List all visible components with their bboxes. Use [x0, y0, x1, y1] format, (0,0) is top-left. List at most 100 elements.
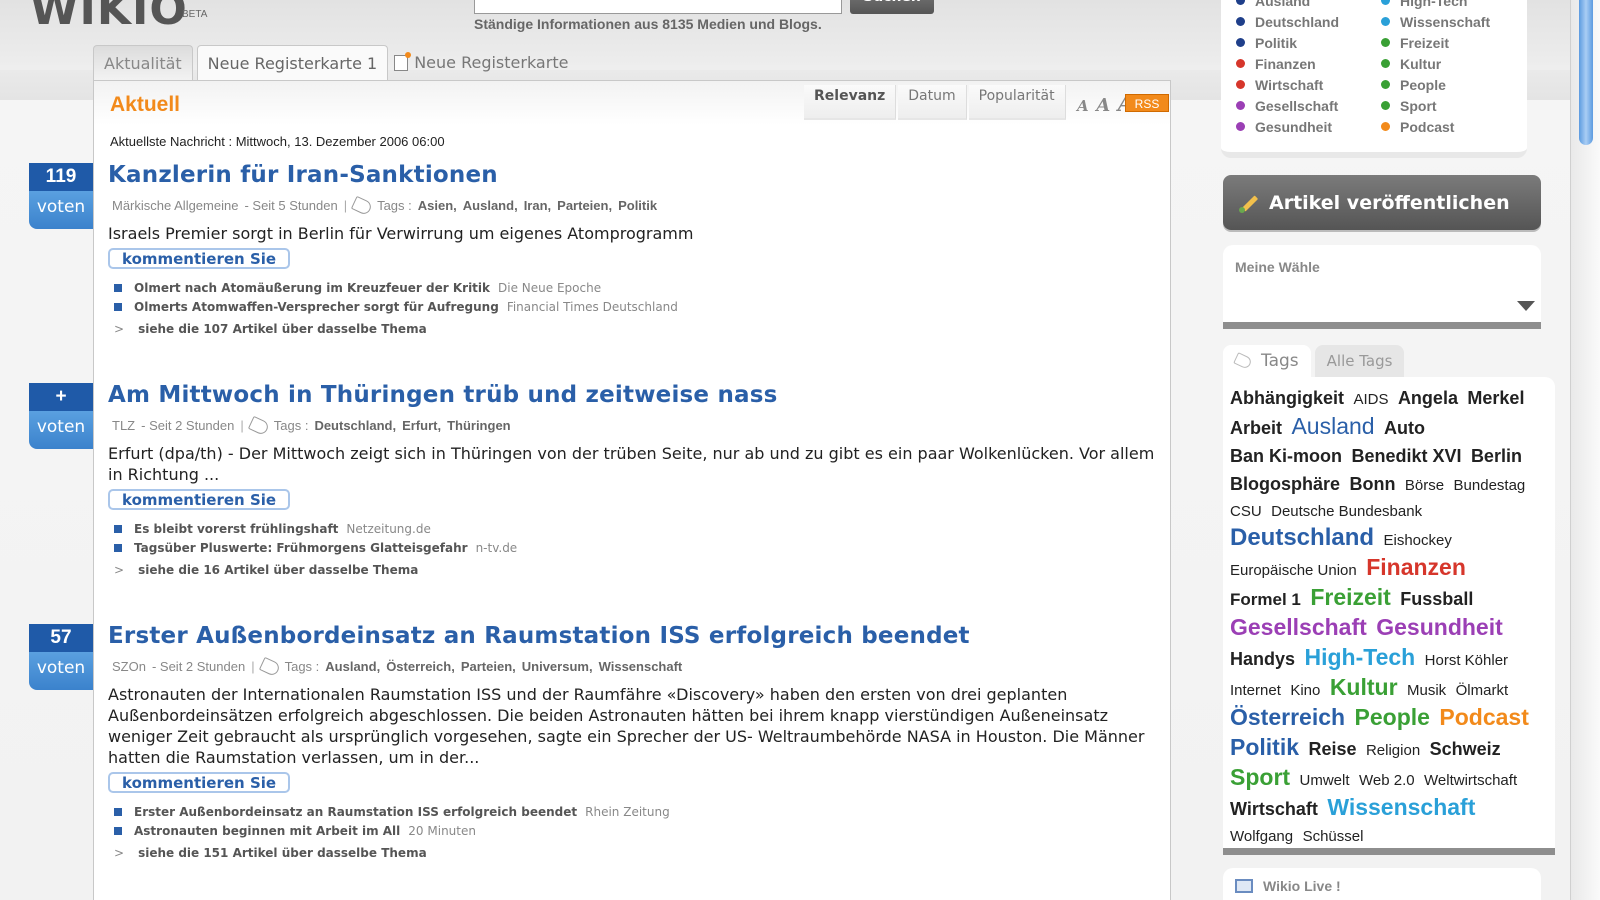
- tag-cloud-item[interactable]: Europäische Union: [1230, 562, 1357, 579]
- article-tag[interactable]: Ausland,: [463, 198, 518, 213]
- article-tag[interactable]: Iran,: [524, 198, 551, 213]
- category-item[interactable]: Gesellschaft: [1236, 95, 1339, 116]
- tag-cloud-item[interactable]: Ausland: [1291, 413, 1374, 439]
- tag-cloud-item[interactable]: Blogosphäre: [1230, 474, 1340, 494]
- scrollbar-thumb[interactable]: [1579, 0, 1593, 145]
- category-item[interactable]: Ausland: [1236, 0, 1339, 11]
- related-more-link[interactable]: > siehe die 107 Artikel über dasselbe The…: [114, 322, 1163, 336]
- related-title[interactable]: Olmerts Atomwaffen-Versprecher sorgt für…: [134, 300, 499, 314]
- tag-cloud-item[interactable]: Börse: [1405, 477, 1444, 494]
- tag-cloud-item[interactable]: Österreich: [1230, 704, 1345, 730]
- category-item[interactable]: Podcast: [1381, 116, 1490, 137]
- related-more-link[interactable]: > siehe die 151 Artikel über dasselbe The…: [114, 846, 1163, 860]
- related-item[interactable]: Erster Außenbordeinsatz an Raumstation I…: [114, 805, 1163, 819]
- related-item[interactable]: Tagsüber Pluswerte: Frühmorgens Glatteis…: [114, 541, 1163, 555]
- comment-button[interactable]: kommentieren Sie: [108, 489, 291, 510]
- related-item[interactable]: Olmerts Atomwaffen-Versprecher sorgt für…: [114, 300, 1163, 314]
- category-item[interactable]: Politik: [1236, 32, 1339, 53]
- tag-cloud-item[interactable]: Ölmarkt: [1456, 682, 1509, 699]
- tag-cloud-item[interactable]: Internet: [1230, 682, 1281, 699]
- search-button[interactable]: Suchen: [850, 0, 934, 14]
- article-tag[interactable]: Politik: [618, 198, 657, 213]
- article-tag[interactable]: Parteien,: [461, 659, 516, 674]
- article-tag[interactable]: Asien,: [418, 198, 457, 213]
- article-tag[interactable]: Thüringen: [447, 418, 511, 433]
- tag-cloud-item[interactable]: CSU: [1230, 503, 1262, 520]
- tab-all-tags[interactable]: Alle Tags: [1314, 345, 1405, 377]
- scrollbar[interactable]: [1570, 0, 1600, 900]
- related-item[interactable]: Astronauten beginnen mit Arbeit im All 2…: [114, 824, 1163, 838]
- tag-cloud-item[interactable]: High-Tech: [1304, 644, 1415, 670]
- tag-cloud-item[interactable]: Horst Köhler: [1425, 652, 1508, 669]
- tag-cloud-item[interactable]: Musik: [1407, 682, 1446, 699]
- tag-cloud-item[interactable]: Politik: [1230, 734, 1299, 760]
- sort-relevanz[interactable]: Relevanz: [804, 85, 897, 120]
- tag-cloud-item[interactable]: Weltwirtschaft: [1424, 772, 1517, 789]
- tag-cloud-item[interactable]: Arbeit: [1230, 418, 1282, 438]
- tag-cloud-item[interactable]: Finanzen: [1366, 554, 1466, 580]
- tag-cloud-item[interactable]: Wirtschaft: [1230, 799, 1318, 819]
- article-tag[interactable]: Österreich,: [386, 659, 455, 674]
- sort-datum[interactable]: Datum: [898, 85, 967, 120]
- related-title[interactable]: Astronauten beginnen mit Arbeit im All: [134, 824, 400, 838]
- vote-box[interactable]: 57 voten: [29, 624, 93, 690]
- tag-cloud-item[interactable]: Wolfgang: [1230, 828, 1293, 845]
- article-source[interactable]: TLZ: [112, 418, 135, 433]
- category-item[interactable]: Finanzen: [1236, 53, 1339, 74]
- comment-button[interactable]: kommentieren Sie: [108, 248, 291, 269]
- article-source[interactable]: Märkische Allgemeine: [112, 198, 238, 213]
- tag-cloud-item[interactable]: Kultur: [1330, 674, 1398, 700]
- tag-cloud-item[interactable]: Berlin: [1471, 446, 1522, 466]
- category-item[interactable]: Wissenschaft: [1381, 11, 1490, 32]
- tag-cloud-item[interactable]: Ban Ki-moon: [1230, 446, 1342, 466]
- related-title[interactable]: Es bleibt vorerst frühlingshaft: [134, 522, 338, 536]
- article-tag[interactable]: Deutschland,: [314, 418, 396, 433]
- category-item[interactable]: Kultur: [1381, 53, 1490, 74]
- related-title[interactable]: Erster Außenbordeinsatz an Raumstation I…: [134, 805, 577, 819]
- tag-cloud-item[interactable]: Gesundheit: [1376, 614, 1503, 640]
- tag-cloud-item[interactable]: Wissenschaft: [1327, 794, 1475, 820]
- article-source[interactable]: SZOn: [112, 659, 146, 674]
- tag-cloud-item[interactable]: Podcast: [1439, 704, 1528, 730]
- related-title[interactable]: Tagsüber Pluswerte: Frühmorgens Glatteis…: [134, 541, 468, 555]
- tag-cloud-item[interactable]: Schweiz: [1430, 739, 1501, 759]
- rss-button[interactable]: RSS: [1125, 94, 1169, 112]
- tag-cloud-item[interactable]: Handys: [1230, 649, 1295, 669]
- tag-cloud-item[interactable]: Sport: [1230, 764, 1290, 790]
- vote-box[interactable]: + voten: [29, 383, 93, 449]
- tag-cloud-item[interactable]: Reise: [1308, 739, 1356, 759]
- article-tag[interactable]: Erfurt,: [402, 418, 441, 433]
- article-title[interactable]: Am Mittwoch in Thüringen trüb und zeitwe…: [108, 382, 1163, 408]
- tag-cloud-item[interactable]: Eishockey: [1383, 532, 1451, 549]
- vote-box[interactable]: 119 voten: [29, 163, 93, 229]
- wikio-logo[interactable]: WIKIO: [30, 0, 188, 35]
- article-tag[interactable]: Universum,: [522, 659, 593, 674]
- related-item[interactable]: Es bleibt vorerst frühlingshaft Netzeitu…: [114, 522, 1163, 536]
- tag-cloud-item[interactable]: Deutschland: [1230, 524, 1374, 551]
- article-tag[interactable]: Wissenschaft: [599, 659, 683, 674]
- tag-cloud-item[interactable]: Deutsche Bundesbank: [1271, 503, 1422, 520]
- tag-cloud-item[interactable]: Fussball: [1400, 589, 1473, 609]
- search-input[interactable]: [474, 0, 842, 14]
- tag-cloud-item[interactable]: Kino: [1290, 682, 1320, 699]
- article-title[interactable]: Erster Außenbordeinsatz an Raumstation I…: [108, 623, 1163, 649]
- chevron-down-icon[interactable]: [1517, 301, 1535, 311]
- related-item[interactable]: Olmert nach Atomäußerung im Kreuzfeuer d…: [114, 281, 1163, 295]
- font-size-small[interactable]: A: [1077, 97, 1089, 115]
- tag-cloud-item[interactable]: Religion: [1366, 742, 1420, 759]
- article-tag[interactable]: Ausland,: [325, 659, 380, 674]
- tag-cloud-item[interactable]: Abhängigkeit: [1230, 388, 1344, 408]
- tag-cloud-item[interactable]: People: [1355, 704, 1430, 730]
- article-title[interactable]: Kanzlerin für Iran-Sanktionen: [108, 162, 1163, 188]
- tab-tags[interactable]: Tags: [1223, 345, 1311, 377]
- tag-cloud-item[interactable]: Benedikt XVI: [1351, 446, 1461, 466]
- tag-cloud-item[interactable]: Bonn: [1349, 474, 1395, 494]
- tag-cloud-item[interactable]: Merkel: [1467, 388, 1524, 408]
- tag-cloud-item[interactable]: Auto: [1384, 418, 1425, 438]
- tag-cloud-item[interactable]: Angela: [1398, 388, 1458, 408]
- publish-article-button[interactable]: Artikel veröffentlichen: [1223, 175, 1541, 230]
- article-tag[interactable]: Parteien,: [557, 198, 612, 213]
- tab-aktualitaet[interactable]: Aktualität: [93, 45, 193, 81]
- tag-cloud-item[interactable]: Formel 1: [1230, 590, 1301, 609]
- related-title[interactable]: Olmert nach Atomäußerung im Kreuzfeuer d…: [134, 281, 490, 295]
